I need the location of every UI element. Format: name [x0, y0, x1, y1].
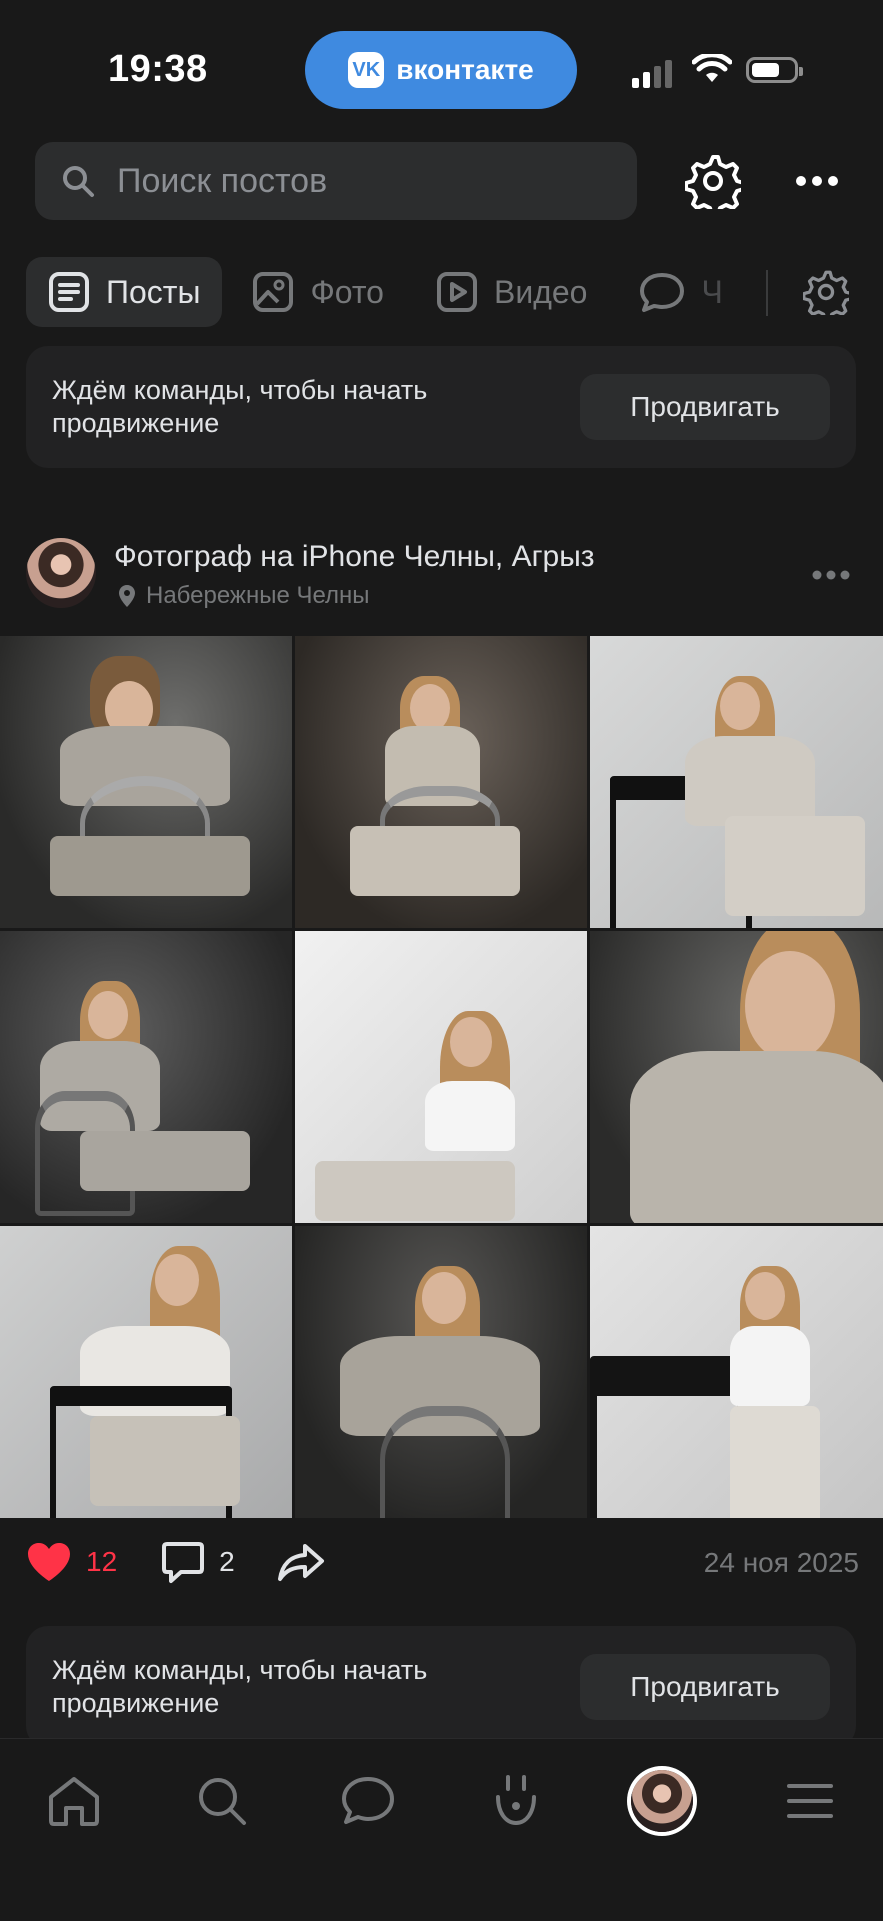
tab-video-label: Видео: [493, 273, 588, 310]
content-tabs: Посты Фото Видео Ч: [26, 256, 731, 328]
post-location: Набережные Челны: [118, 582, 370, 610]
promote-button[interactable]: Продвигать: [580, 1654, 830, 1720]
post-date: 24 ноя 2025: [703, 1547, 859, 1578]
share-button[interactable]: [277, 1542, 325, 1582]
tab-photo-label: Фото: [310, 273, 384, 310]
comment-count: 2: [219, 1546, 235, 1577]
post-actions: 12 2: [26, 1540, 325, 1584]
post-photo[interactable]: [590, 931, 883, 1223]
post-author-name[interactable]: Фотограф на iPhone Челны, Агрыз: [114, 540, 595, 574]
promo-text: Ждём команды, чтобы начать продвижение: [52, 375, 428, 438]
comment-button[interactable]: 2: [161, 1540, 235, 1584]
battery-icon: [746, 57, 803, 83]
tab-posts[interactable]: Посты: [26, 257, 223, 327]
nav-home[interactable]: [38, 1765, 110, 1837]
post-photo[interactable]: [0, 931, 292, 1223]
tab-chat[interactable]: Ч: [617, 257, 730, 327]
post-photo[interactable]: [590, 636, 883, 928]
tab-posts-label: Посты: [106, 273, 201, 310]
vk-app-pill[interactable]: VK вконтакте: [305, 31, 577, 109]
clips-icon: [496, 1775, 536, 1826]
more-horizontal-icon: [812, 570, 850, 580]
posts-icon: [49, 272, 89, 312]
post-photo[interactable]: [0, 636, 292, 928]
chat-icon: [640, 273, 685, 312]
tabs-settings-button[interactable]: [800, 266, 852, 318]
author-avatar[interactable]: [26, 538, 96, 608]
post-photo[interactable]: [590, 1226, 883, 1518]
promo-card-top: Ждём команды, чтобы начать продвижение П…: [26, 346, 856, 468]
search-placeholder: Поиск постов: [117, 161, 328, 200]
messages-icon: [342, 1777, 394, 1824]
post-photo-grid: [0, 636, 883, 1518]
location-pin-icon: [119, 585, 135, 607]
share-icon: [277, 1544, 324, 1581]
search-icon: [63, 166, 94, 197]
nav-clips[interactable]: [480, 1765, 552, 1837]
tab-video[interactable]: Видео: [414, 257, 609, 327]
bottom-navigation: [0, 1738, 883, 1921]
post-photo[interactable]: [295, 931, 587, 1223]
promo-text: Ждём команды, чтобы начать продвижение: [52, 1655, 428, 1718]
gear-icon: [685, 155, 741, 209]
more-horizontal-icon: [796, 176, 838, 186]
post-location-text: Набережные Челны: [146, 582, 370, 609]
vk-app-name: вконтакте: [396, 54, 534, 85]
search-icon: [199, 1778, 246, 1825]
status-time: 19:38: [108, 48, 208, 90]
more-options-button[interactable]: [792, 158, 842, 204]
gear-icon: [803, 270, 849, 315]
post-photo[interactable]: [295, 636, 587, 928]
promote-button[interactable]: Продвигать: [580, 374, 830, 440]
profile-avatar: [631, 1770, 693, 1832]
wifi-icon: [692, 54, 732, 82]
tab-photo[interactable]: Фото: [230, 257, 406, 327]
heart-icon: [28, 1543, 70, 1581]
nav-messages[interactable]: [332, 1765, 404, 1837]
photo-icon: [253, 272, 294, 312]
settings-button[interactable]: [683, 151, 743, 211]
nav-search[interactable]: [186, 1765, 258, 1837]
post-more-button[interactable]: [808, 560, 854, 590]
comment-icon: [162, 1542, 205, 1583]
cellular-signal-icon: [632, 60, 672, 88]
like-count: 12: [86, 1546, 118, 1577]
home-icon: [49, 1777, 99, 1826]
video-icon: [436, 272, 477, 312]
menu-icon: [787, 1784, 833, 1818]
nav-menu[interactable]: [774, 1765, 846, 1837]
tabs-divider: [766, 270, 768, 316]
search-input[interactable]: Поиск постов: [35, 142, 637, 220]
promo-card-bottom: Ждём команды, чтобы начать продвижение П…: [26, 1626, 856, 1748]
nav-profile[interactable]: [626, 1765, 698, 1837]
tab-chat-label: Ч: [701, 273, 723, 310]
post-photo[interactable]: [0, 1226, 292, 1518]
vk-logo-icon: VK: [348, 52, 385, 88]
post-photo[interactable]: [295, 1226, 587, 1518]
like-button[interactable]: 12: [26, 1541, 117, 1583]
